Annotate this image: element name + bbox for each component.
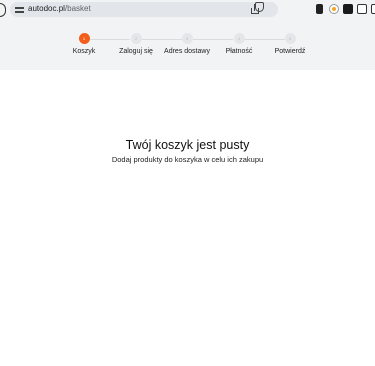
brave-shield-icon[interactable] <box>255 2 264 12</box>
site-settings-icon[interactable] <box>15 5 24 14</box>
reload-icon[interactable] <box>0 3 6 17</box>
extension-icon[interactable] <box>343 4 353 14</box>
step-number: 2 <box>130 33 142 44</box>
puzzle-icon[interactable] <box>357 4 367 14</box>
checkout-steps: 1 Koszyk 2 Zaloguj się 3 Adres dostawy 4… <box>0 20 375 70</box>
url-text[interactable]: autodoc.pl/basket <box>28 4 91 13</box>
sidebar-icon[interactable] <box>371 4 375 14</box>
empty-basket-title: Twój koszyk jest pusty <box>125 138 250 152</box>
browser-toolbar: autodoc.pl/basket <box>0 0 375 20</box>
url-path: /basket <box>64 4 91 13</box>
step-number: 4 <box>233 33 245 44</box>
step-confirm[interactable]: 5 Potwierdź <box>250 33 330 55</box>
step-label: Potwierdź <box>274 48 306 55</box>
address-bar[interactable]: autodoc.pl/basket <box>10 2 278 17</box>
extension-icon[interactable] <box>316 4 323 14</box>
extension-icon[interactable] <box>329 4 339 14</box>
empty-basket-subtitle: Dodaj produkty do koszyka w celu ich zak… <box>111 155 264 164</box>
step-number: 5 <box>284 33 296 44</box>
url-domain: autodoc.pl <box>28 4 65 13</box>
step-number: 1 <box>78 33 90 44</box>
step-number: 3 <box>181 33 193 44</box>
